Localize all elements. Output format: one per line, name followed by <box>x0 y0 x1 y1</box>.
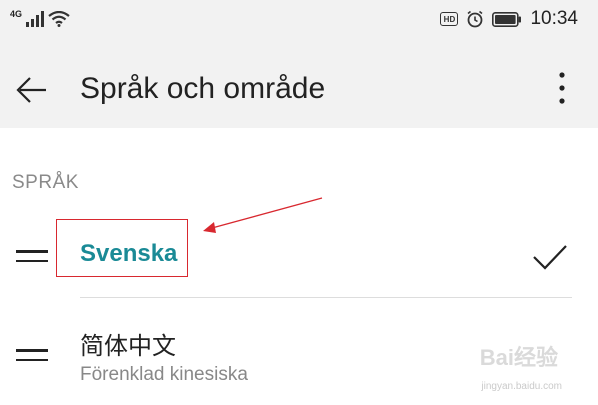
back-arrow-icon <box>16 77 46 103</box>
alarm-icon <box>467 10 483 28</box>
network-type-label: 4G <box>10 9 23 19</box>
drag-handle-icon[interactable] <box>16 349 48 361</box>
battery-icon <box>492 11 522 27</box>
checkmark-icon <box>533 245 567 270</box>
more-options-button[interactable] <box>548 68 576 108</box>
language-name: 简体中文 <box>80 333 176 360</box>
language-item-svenska[interactable]: Svenska <box>0 215 598 295</box>
drag-handle-icon[interactable] <box>16 250 48 262</box>
language-name: Svenska <box>80 240 178 267</box>
signal-icon <box>26 11 45 27</box>
watermark-logo: Bai经验 <box>479 345 558 370</box>
language-subtitle: Förenklad kinesiska <box>80 364 248 385</box>
back-button[interactable] <box>12 70 52 110</box>
status-time: 10:34 <box>530 8 578 29</box>
more-vertical-icon <box>559 72 565 104</box>
hd-icon: HD <box>440 12 459 26</box>
status-right: HD 10:34 <box>440 6 578 32</box>
section-header-language: SPRÅK <box>12 172 79 193</box>
watermark-url: jingyan.baidu.com <box>481 381 562 392</box>
wifi-icon <box>48 11 70 27</box>
page-title: Språk och område <box>80 72 326 105</box>
status-left: 4G <box>10 8 70 30</box>
